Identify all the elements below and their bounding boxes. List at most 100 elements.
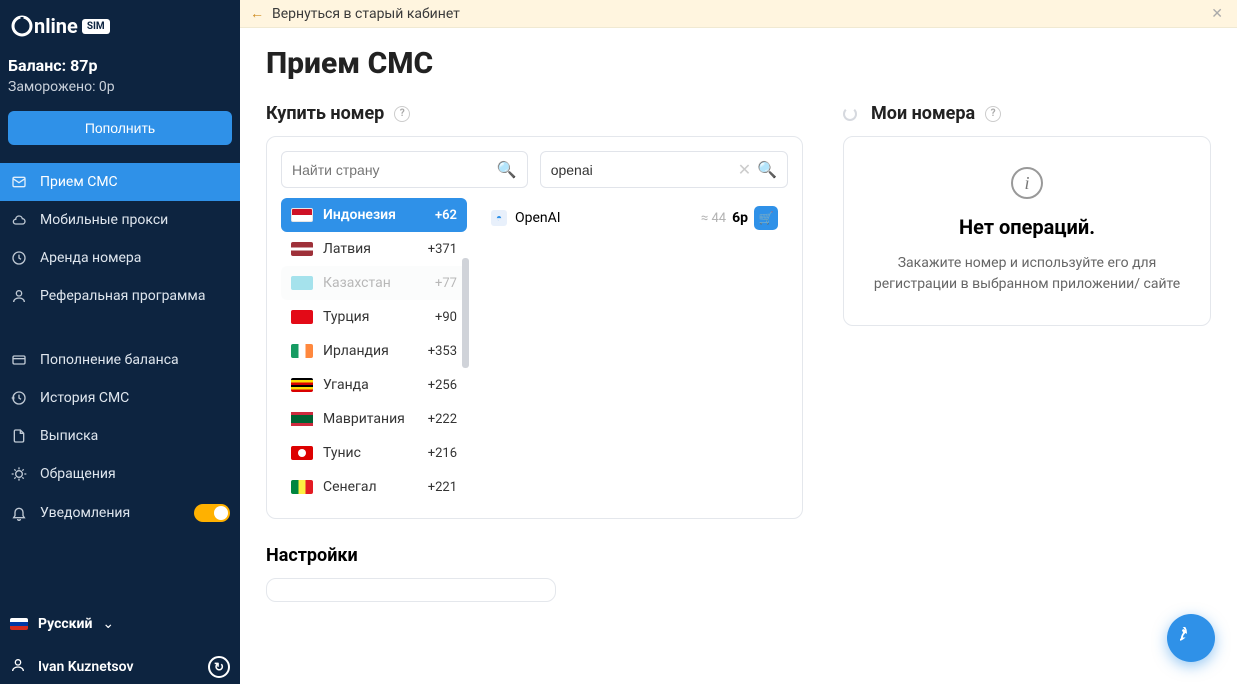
buy-section-title: Купить номер ? <box>266 103 803 124</box>
country-name: Ирландия <box>323 343 389 359</box>
flag-icon <box>291 276 313 290</box>
mail-icon <box>10 174 28 190</box>
user-block[interactable]: Ivan Kuznetsov ↻ <box>10 656 230 678</box>
country-code: +221 <box>428 480 457 495</box>
cart-button[interactable]: 🛒 <box>754 206 778 230</box>
country-row[interactable]: Индонезия+62 <box>281 198 467 232</box>
main: ← Вернуться в старый кабинет ✕ Прием СМС… <box>240 0 1237 684</box>
country-row[interactable]: Уганда +256 <box>281 368 467 402</box>
country-code: +77 <box>435 276 457 291</box>
country-row[interactable]: Мавритания +222 <box>281 402 467 436</box>
flag-ru-icon <box>10 618 28 630</box>
country-name: Уганда <box>323 377 369 393</box>
history-icon <box>10 390 28 406</box>
country-code: +256 <box>428 378 457 393</box>
nav-item-card[interactable]: Пополнение баланса <box>0 341 240 379</box>
logout-icon[interactable]: ↻ <box>208 656 230 678</box>
nav-item-clock[interactable]: Аренда номера <box>0 239 240 277</box>
spinner-icon <box>843 107 857 121</box>
offer-list: ◓ OpenAI ≈ 44 6р 🛒 <box>481 198 788 504</box>
country-row[interactable]: Латвия+371 <box>281 232 467 266</box>
country-row[interactable]: Ирландия +353 <box>281 334 467 368</box>
logo: nline SIM <box>0 0 240 46</box>
scrollbar[interactable] <box>462 198 469 504</box>
topup-button[interactable]: Пополнить <box>8 111 232 145</box>
nav-item-label: Прием СМС <box>40 174 118 190</box>
country-name: Тунис <box>323 445 361 461</box>
country-code: +353 <box>428 344 457 359</box>
service-search[interactable]: ✕ 🔍 <box>540 151 788 188</box>
country-name: Мавритания <box>323 411 405 427</box>
logo-icon <box>10 14 34 38</box>
offer-row[interactable]: ◓ OpenAI ≈ 44 6р 🛒 <box>481 198 788 238</box>
country-row[interactable]: Казахстан +77 <box>281 266 467 300</box>
country-search-input[interactable] <box>292 162 491 178</box>
nav-item-user[interactable]: Реферальная программа <box>0 277 240 315</box>
mynumbers-section-title: Мои номера ? <box>843 103 1211 124</box>
user-icon <box>10 657 26 677</box>
chat-button[interactable] <box>1167 614 1215 662</box>
flag-icon <box>291 242 313 256</box>
country-code: +222 <box>428 412 457 427</box>
help-icon[interactable]: ? <box>394 106 410 122</box>
balance-label: Баланс: 87р <box>8 56 232 75</box>
empty-text: Закажите номер и используйте его для рег… <box>872 253 1182 295</box>
nav-item-label: Пополнение баланса <box>40 352 179 368</box>
empty-title: Нет операций. <box>872 215 1182 239</box>
country-search[interactable]: 🔍 <box>281 151 528 188</box>
nav-item-cloud[interactable]: Мобильные прокси <box>0 201 240 239</box>
chevron-down-icon: ⌄ <box>102 616 114 632</box>
mynumbers-empty: i Нет операций. Закажите номер и использ… <box>843 136 1211 326</box>
page-title: Прием СМС <box>266 46 1211 81</box>
nav-item-bell[interactable]: Уведомления <box>0 493 240 533</box>
user-icon <box>10 288 28 304</box>
nav-item-doc[interactable]: Выписка <box>0 417 240 455</box>
logo-text: nline <box>34 14 78 38</box>
country-name: Латвия <box>323 241 371 257</box>
language-selector[interactable]: Русский ⌄ <box>10 616 230 632</box>
service-search-input[interactable] <box>551 162 732 178</box>
settings-title: Настройки <box>266 545 803 566</box>
close-icon[interactable]: ✕ <box>1207 6 1227 22</box>
flag-icon <box>291 446 313 460</box>
info-icon: i <box>1011 167 1043 199</box>
flag-icon <box>291 412 313 426</box>
nav-secondary: Пополнение баланса История СМСВыписка Обра… <box>0 341 240 533</box>
offer-price: 6р <box>732 210 748 226</box>
nav-item-bug[interactable]: Обращения <box>0 455 240 493</box>
logo-badge: SIM <box>82 19 110 34</box>
flag-icon <box>291 344 313 358</box>
country-row[interactable]: Турция+90 <box>281 300 467 334</box>
country-code: +216 <box>428 446 457 461</box>
offer-approx: ≈ 44 <box>701 211 726 226</box>
country-name: Сенегал <box>323 479 377 495</box>
chat-icon <box>1180 627 1202 649</box>
return-banner[interactable]: ← Вернуться в старый кабинет ✕ <box>240 0 1237 28</box>
help-icon[interactable]: ? <box>985 106 1001 122</box>
clock-icon <box>10 250 28 266</box>
notifications-toggle[interactable] <box>194 504 230 522</box>
frozen-label: Заморожено: 0р <box>8 79 232 95</box>
nav-item-history[interactable]: История СМС <box>0 379 240 417</box>
sidebar: nline SIM Баланс: 87р Заморожено: 0р Поп… <box>0 0 240 684</box>
search-icon: 🔍 <box>497 160 517 179</box>
cloud-icon <box>10 212 28 228</box>
flag-icon <box>291 208 313 222</box>
settings-card <box>266 578 556 602</box>
flag-icon <box>291 480 313 494</box>
language-label: Русский <box>38 616 92 632</box>
flag-icon <box>291 310 313 324</box>
openai-icon: ◓ <box>491 210 507 226</box>
nav-item-label: Реферальная программа <box>40 288 205 304</box>
nav-item-mail[interactable]: Прием СМС <box>0 163 240 201</box>
offer-name: OpenAI <box>515 210 561 226</box>
flag-icon <box>291 378 313 392</box>
country-row[interactable]: Тунис +216 <box>281 436 467 470</box>
buy-card: 🔍 ✕ 🔍 Индонезия+62Латвия+371 Казахстан +77… <box>266 136 803 519</box>
nav-item-label: Обращения <box>40 466 116 482</box>
country-list: Индонезия+62Латвия+371 Казахстан +77 Турция… <box>281 198 467 504</box>
clear-icon[interactable]: ✕ <box>738 160 751 179</box>
search-icon: 🔍 <box>757 160 777 179</box>
country-name: Казахстан <box>323 275 391 291</box>
country-row[interactable]: Сенегал +221 <box>281 470 467 504</box>
